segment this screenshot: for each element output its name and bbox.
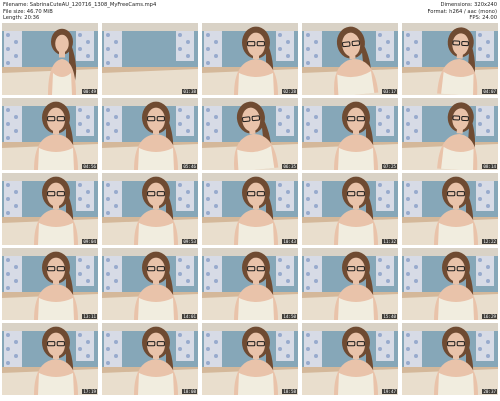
timestamp-label: 03:17 [382, 89, 397, 94]
frame-image [302, 173, 398, 245]
frame-image [102, 248, 198, 320]
video-thumbnail[interactable]: 19:47 [302, 323, 398, 395]
timestamp-label: 12:22 [482, 239, 497, 244]
timestamp-label: 02:28 [282, 89, 297, 94]
frame-image [302, 248, 398, 320]
frame-image [302, 323, 398, 395]
format-text: Format: h264 / aac (mono) [427, 8, 497, 15]
video-info: Dimensions: 320x240 Format: h264 / aac (… [427, 2, 497, 22]
frame-image [402, 248, 498, 320]
video-thumbnail[interactable]: 12:22 [402, 173, 498, 245]
video-thumbnail[interactable]: 03:17 [302, 23, 398, 95]
timestamp-label: 13:11 [82, 314, 97, 319]
timestamp-label: 14:01 [182, 314, 197, 319]
fps-text: FPS: 24.00 [469, 15, 497, 22]
video-thumbnail[interactable]: 14:01 [102, 248, 198, 320]
video-thumbnail[interactable]: 08:14 [402, 98, 498, 170]
video-thumbnail[interactable]: 04:07 [402, 23, 498, 95]
frame-image [402, 173, 498, 245]
video-thumbnail[interactable]: 17:19 [2, 323, 98, 395]
video-thumbnail[interactable]: 06:35 [202, 98, 298, 170]
video-thumbnail[interactable]: 02:28 [202, 23, 298, 95]
video-thumbnail[interactable]: 18:08 [102, 323, 198, 395]
frame-image [202, 248, 298, 320]
video-thumbnail[interactable]: 09:04 [2, 173, 98, 245]
timestamp-label: 08:14 [482, 164, 497, 169]
video-thumbnail[interactable]: 04:56 [2, 98, 98, 170]
timestamp-label: 11:32 [382, 239, 397, 244]
timestamp-label: 14:50 [282, 314, 297, 319]
timestamp-label: 16:29 [482, 314, 497, 319]
timestamp-label: 19:47 [382, 389, 397, 394]
contact-sheet: Filename: SabrinaCuteAU_120716_1308_MyFr… [0, 0, 500, 401]
frame-image [2, 248, 98, 320]
timestamp-label: 10:43 [282, 239, 297, 244]
frame-image [102, 173, 198, 245]
dimensions-text: Dimensions: 320x240 [440, 2, 497, 8]
timestamp-label: 04:07 [482, 89, 497, 94]
timestamp-label: 18:08 [182, 389, 197, 394]
frame-image [2, 323, 98, 395]
timestamp-label: 09:04 [82, 239, 97, 244]
video-thumbnail[interactable]: 11:32 [302, 173, 398, 245]
video-thumbnail[interactable]: 16:29 [402, 248, 498, 320]
frame-image [2, 23, 98, 95]
timestamp-label: 04:56 [82, 164, 97, 169]
frame-image [202, 23, 298, 95]
timestamp-label: 15:40 [382, 314, 397, 319]
frame-image [202, 173, 298, 245]
frame-image [302, 23, 398, 95]
video-thumbnail[interactable]: 10:43 [202, 173, 298, 245]
frame-image [2, 173, 98, 245]
frame-image [402, 98, 498, 170]
video-thumbnail[interactable]: 00:49 [2, 23, 98, 95]
timestamp-label: 07:25 [382, 164, 397, 169]
video-thumbnail[interactable]: 05:46 [102, 98, 198, 170]
video-thumbnail[interactable]: 01:38 [102, 23, 198, 95]
file-info: Filename: SabrinaCuteAU_120716_1308_MyFr… [3, 2, 156, 22]
timestamp-label: 09:53 [182, 239, 197, 244]
frame-image [2, 98, 98, 170]
frame-image [402, 323, 498, 395]
frame-image [402, 23, 498, 95]
timestamp-label: 06:35 [282, 164, 297, 169]
video-thumbnail[interactable]: 13:11 [2, 248, 98, 320]
frame-image [102, 323, 198, 395]
frame-image [202, 98, 298, 170]
timestamp-label: 20:37 [482, 389, 497, 394]
video-thumbnail[interactable]: 18:58 [202, 323, 298, 395]
file-size-text: File size: 46.70 MiB [3, 8, 53, 15]
filename-text: Filename: SabrinaCuteAU_120716_1308_MyFr… [3, 2, 157, 8]
video-thumbnail[interactable]: 15:40 [302, 248, 398, 320]
timestamp-label: 18:58 [282, 389, 297, 394]
timestamp-label: 05:46 [182, 164, 197, 169]
frame-image [202, 323, 298, 395]
video-thumbnail[interactable]: 07:25 [302, 98, 398, 170]
frame-image [102, 23, 198, 95]
length-text: Length: 20:36 [3, 15, 40, 22]
video-thumbnail[interactable]: 14:50 [202, 248, 298, 320]
timestamp-label: 00:49 [82, 89, 97, 94]
video-thumbnail[interactable]: 20:37 [402, 323, 498, 395]
timestamp-label: 01:38 [182, 89, 197, 94]
video-thumbnail[interactable]: 09:53 [102, 173, 198, 245]
frame-image [302, 98, 398, 170]
timestamp-label: 17:19 [82, 389, 97, 394]
frame-image [102, 98, 198, 170]
thumbnail-grid: 00:49 01:38 02:28 03:17 04:07 04:56 05:46 06:35… [2, 23, 498, 399]
